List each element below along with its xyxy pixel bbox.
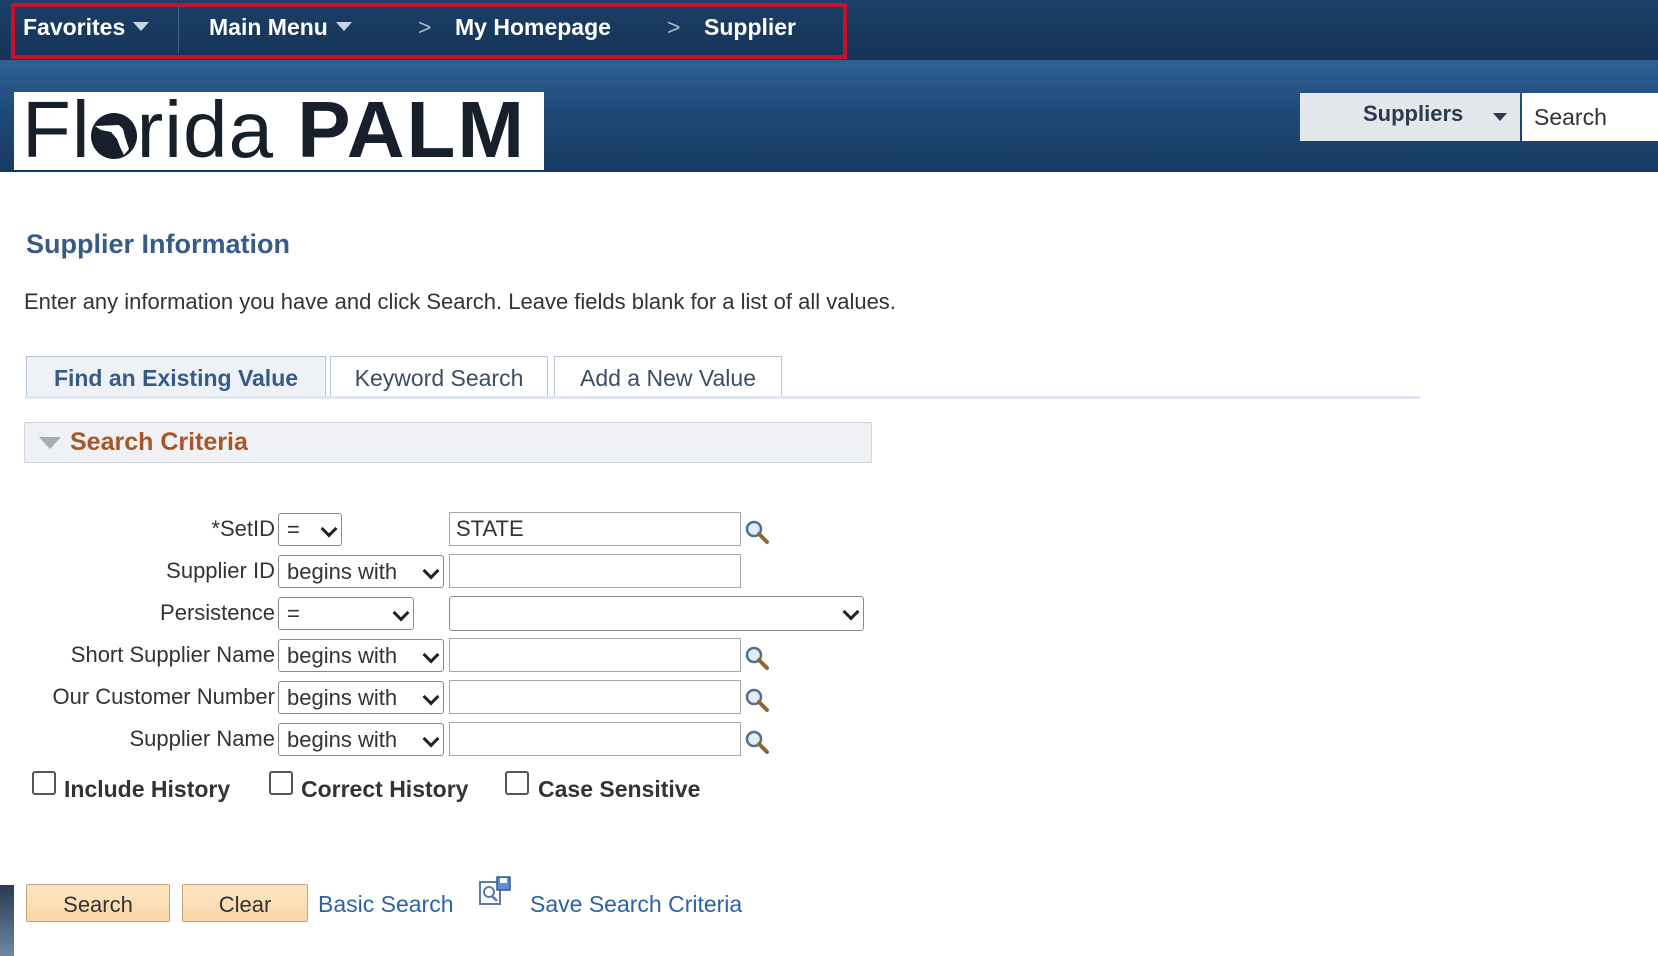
chevron-down-icon [842, 603, 860, 621]
tab-divider [25, 396, 1420, 399]
nav-separator [178, 6, 179, 54]
short-supplier-name-label: Short Supplier Name [70, 642, 275, 667]
breadcrumb-chevron-icon: > [418, 14, 432, 40]
global-search: Suppliers [1300, 93, 1658, 141]
main-menu-label: Main Menu [209, 14, 328, 40]
tab-keyword-search[interactable]: Keyword Search [330, 356, 548, 397]
lookup-magnifier-icon[interactable] [744, 519, 770, 545]
page-title: Supplier Information [26, 229, 291, 259]
correct-history-label: Correct History [301, 776, 469, 802]
chevron-down-icon [422, 562, 440, 580]
tab-add-new-value[interactable]: Add a New Value [554, 356, 782, 397]
chevron-down-icon [320, 520, 338, 538]
search-criteria-label: Search Criteria [70, 428, 248, 456]
save-search-criteria-link[interactable]: Save Search Criteria [530, 891, 742, 918]
search-category-dropdown[interactable]: Suppliers [1300, 93, 1520, 141]
favorites-menu[interactable]: Favorites [23, 14, 150, 41]
search-button[interactable]: Search [26, 884, 170, 922]
persistence-operator-select[interactable]: = [278, 597, 414, 630]
supplier-name-input[interactable] [449, 722, 741, 756]
florida-palm-logo: Fl rida PALM [14, 88, 544, 172]
collapse-triangle-icon [39, 437, 61, 449]
top-navigation-bar: Favorites Main Menu > My Homepage > Supp… [0, 0, 1658, 60]
correct-history-checkbox[interactable] [269, 771, 293, 795]
main-menu-caret-icon [335, 22, 352, 31]
lookup-magnifier-icon[interactable] [744, 729, 770, 755]
search-category-label: Suppliers [1363, 101, 1464, 126]
lookup-magnifier-icon[interactable] [744, 645, 770, 671]
tab-find-existing-value[interactable]: Find an Existing Value [26, 356, 326, 397]
include-history-label: Include History [64, 776, 231, 802]
breadcrumb-chevron-icon: > [667, 14, 681, 40]
short-supplier-name-input[interactable] [449, 638, 741, 672]
global-search-input[interactable] [1522, 93, 1658, 141]
chevron-down-icon [422, 646, 440, 664]
favorites-label: Favorites [23, 14, 126, 40]
page-instructions: Enter any information you have and click… [24, 289, 896, 314]
breadcrumb-my-homepage[interactable]: My Homepage [455, 14, 611, 41]
supplier-id-input[interactable] [449, 554, 741, 588]
supplier-name-operator-select[interactable]: begins with [278, 723, 444, 756]
supplier-id-operator-select[interactable]: begins with [278, 555, 444, 588]
case-sensitive-label: Case Sensitive [538, 776, 701, 802]
supplier-name-label: Supplier Name [129, 726, 275, 751]
persistence-label: Persistence [160, 600, 275, 625]
clear-button[interactable]: Clear [182, 884, 308, 922]
background-edge [0, 885, 14, 956]
save-search-icon[interactable] [478, 876, 512, 908]
chevron-down-icon [392, 604, 410, 622]
persistence-value-select[interactable] [449, 596, 864, 631]
short-supplier-name-operator-select[interactable]: begins with [278, 639, 444, 672]
chevron-down-icon [1493, 113, 1507, 121]
case-sensitive-checkbox[interactable] [505, 771, 529, 795]
search-criteria-section-header[interactable]: Search Criteria [24, 422, 872, 463]
lookup-magnifier-icon[interactable] [744, 687, 770, 713]
our-customer-number-input[interactable] [449, 680, 741, 714]
setid-operator-select[interactable]: = [278, 513, 342, 546]
favorites-caret-icon [133, 22, 150, 31]
setid-label: *SetID [211, 516, 275, 541]
setid-input[interactable] [449, 512, 741, 546]
chevron-down-icon [422, 688, 440, 706]
include-history-checkbox[interactable] [32, 771, 56, 795]
our-customer-number-operator-select[interactable]: begins with [278, 681, 444, 714]
florida-state-logo-icon [90, 113, 137, 159]
our-customer-number-label: Our Customer Number [52, 684, 275, 709]
basic-search-link[interactable]: Basic Search [318, 891, 454, 918]
breadcrumb-supplier[interactable]: Supplier [704, 14, 796, 41]
supplier-id-label: Supplier ID [166, 558, 275, 583]
chevron-down-icon [422, 730, 440, 748]
main-menu[interactable]: Main Menu [209, 14, 352, 41]
